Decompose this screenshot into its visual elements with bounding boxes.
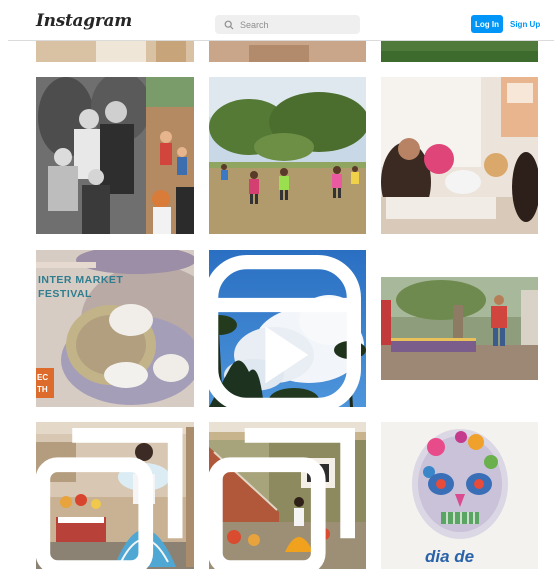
search-input[interactable]: Search <box>215 15 360 34</box>
post-tile-dia-de-sugar-skull[interactable]: dia de <box>381 422 538 569</box>
post-tile[interactable] <box>381 41 538 62</box>
post-tile-family-photo[interactable] <box>36 77 194 234</box>
svg-text:EC: EC <box>37 373 48 382</box>
instagram-logo[interactable]: Instagram <box>36 11 132 31</box>
svg-text:INTER MARKET: INTER MARKET <box>38 274 123 286</box>
svg-text:TH: TH <box>37 385 48 394</box>
post-tile-sky-palms[interactable] <box>209 250 366 407</box>
post-tile-crafts-workshop[interactable] <box>381 77 538 234</box>
post-tile-kids-playing[interactable] <box>209 77 366 234</box>
multiple-posts-icon <box>209 428 355 569</box>
post-tile-dancers-courtyard[interactable] <box>381 250 538 407</box>
post-tile-folklorico-dancer[interactable] <box>36 422 194 569</box>
post-tile-stairs-dancer[interactable] <box>209 422 366 569</box>
reel-icon <box>209 255 361 407</box>
top-nav-bar: Instagram Search Log In Sign Up <box>8 0 554 41</box>
search-placeholder: Search <box>240 19 269 30</box>
svg-text:FESTIVAL: FESTIVAL <box>38 288 92 300</box>
post-tile[interactable] <box>209 41 366 62</box>
search-icon <box>224 20 234 29</box>
post-tile-winter-market-festival[interactable]: INTER MARKET FESTIVAL EC TH <box>36 250 194 407</box>
post-tile[interactable] <box>36 41 194 62</box>
sign-up-link[interactable]: Sign Up <box>510 15 540 33</box>
dia-de-caption: dia de <box>425 547 474 566</box>
multiple-posts-icon <box>36 428 183 569</box>
log-in-button[interactable]: Log In <box>471 15 503 33</box>
